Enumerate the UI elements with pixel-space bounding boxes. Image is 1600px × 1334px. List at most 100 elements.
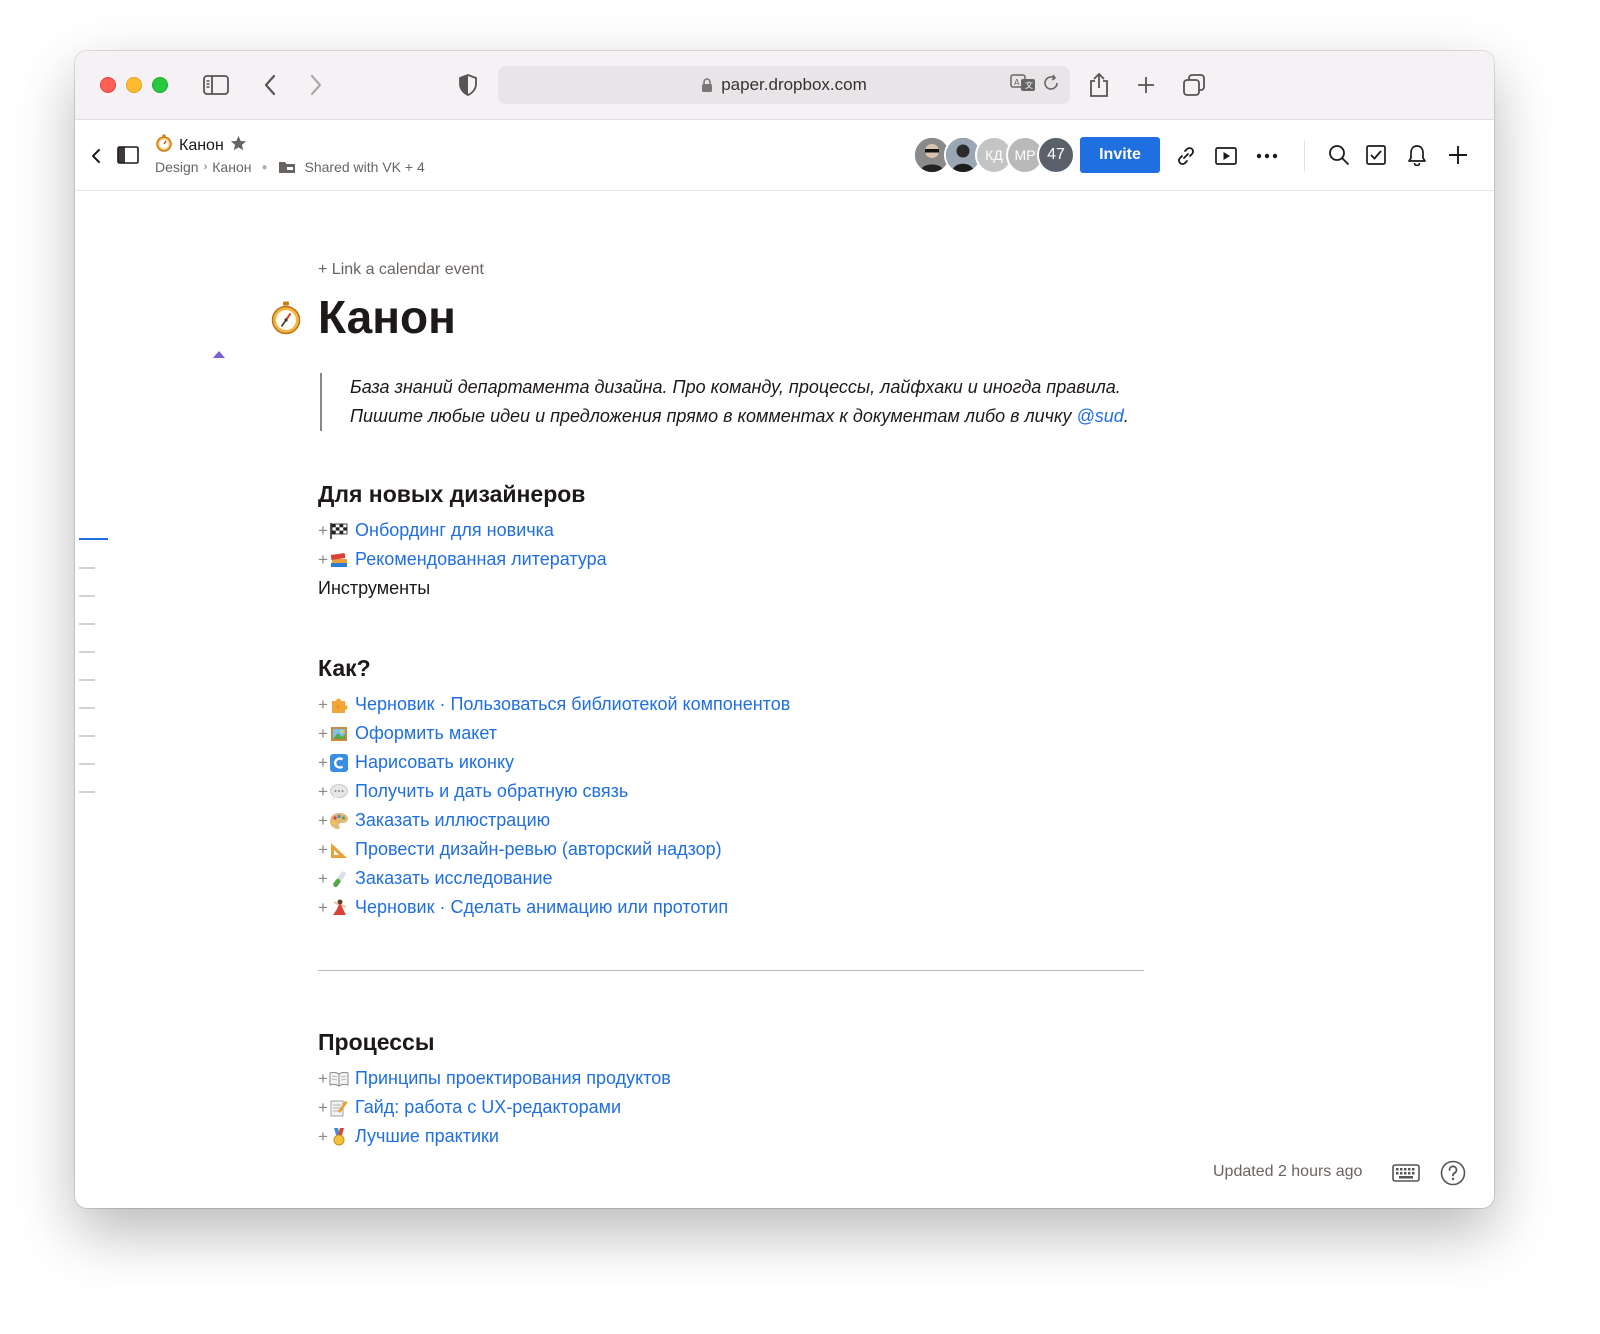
more-options-icon[interactable] bbox=[1255, 144, 1279, 168]
section-heading[interactable]: Процессы bbox=[318, 1029, 1168, 1056]
sidebar-panel-icon[interactable] bbox=[116, 144, 140, 166]
shared-with-label[interactable]: Shared with VK + 4 bbox=[305, 159, 425, 175]
doc-link[interactable]: Заказать иллюстрацию bbox=[355, 806, 550, 835]
books-icon bbox=[329, 551, 355, 569]
present-icon[interactable] bbox=[1214, 144, 1238, 168]
stopwatch-icon bbox=[155, 134, 173, 157]
outline-marker[interactable] bbox=[79, 763, 95, 765]
paper-header: Канон Design › Канон ● Shared with VK + … bbox=[75, 120, 1494, 191]
svg-text:A: A bbox=[1014, 78, 1020, 87]
title-row: Канон bbox=[271, 289, 1168, 349]
close-window-button[interactable] bbox=[100, 77, 116, 93]
doc-link[interactable]: Провести дизайн-ревью (авторский надзор) bbox=[355, 835, 722, 864]
list-item[interactable]: + Онбординг для новичка bbox=[318, 516, 1168, 545]
quote-end: . bbox=[1123, 406, 1129, 426]
collaborator-avatars[interactable]: КД МР 47 bbox=[913, 136, 1075, 174]
outline-marker[interactable] bbox=[79, 595, 95, 597]
outline-marker[interactable] bbox=[79, 679, 95, 681]
keyboard-shortcuts-icon[interactable] bbox=[1391, 1161, 1421, 1185]
doc-link[interactable]: Заказать исследование bbox=[355, 864, 553, 893]
plus-icon: + bbox=[318, 869, 328, 888]
doc-link[interactable]: Рекомендованная литература bbox=[355, 545, 607, 574]
list-item[interactable]: + Гайд: работа с UX-редакторами bbox=[318, 1093, 1168, 1122]
minimize-window-button[interactable] bbox=[126, 77, 142, 93]
outline-marker[interactable] bbox=[79, 623, 95, 625]
list-item[interactable]: + Черновик · Сделать анимацию или протот… bbox=[318, 893, 1168, 922]
translate-icon[interactable]: A文 bbox=[1010, 73, 1036, 98]
list-item[interactable]: + Черновик · Пользоваться библиотекой ко… bbox=[318, 690, 1168, 719]
doc-link[interactable]: Лучшие практики bbox=[355, 1122, 499, 1151]
browser-toolbar: paper.dropbox.com A文 bbox=[75, 51, 1494, 120]
outline-marker-active[interactable] bbox=[79, 538, 108, 540]
doc-link[interactable]: Оформить макет bbox=[355, 719, 497, 748]
new-tab-icon[interactable] bbox=[1132, 71, 1160, 99]
share-icon[interactable] bbox=[1085, 71, 1113, 99]
stopwatch-icon[interactable] bbox=[270, 301, 302, 340]
avatar-overflow-count[interactable]: 47 bbox=[1037, 136, 1075, 174]
plus-icon: + bbox=[318, 550, 328, 569]
user-mention-link[interactable]: @sud bbox=[1076, 406, 1123, 426]
link-icon[interactable] bbox=[1174, 144, 1198, 168]
section-heading[interactable]: Для новых дизайнеров bbox=[318, 481, 1168, 508]
list-item[interactable]: + Оформить макет bbox=[318, 719, 1168, 748]
intro-blockquote[interactable]: База знаний департамента дизайна. Про ко… bbox=[320, 373, 1150, 431]
list-item[interactable]: + Нарисовать иконку bbox=[318, 748, 1168, 777]
url-text: paper.dropbox.com bbox=[721, 75, 867, 94]
list-item[interactable]: + Заказать иллюстрацию bbox=[318, 806, 1168, 835]
page-title[interactable]: Канон bbox=[318, 289, 1168, 345]
shield-icon[interactable] bbox=[454, 71, 482, 99]
outline-marker[interactable] bbox=[79, 707, 95, 709]
checklist-icon[interactable] bbox=[1364, 143, 1388, 167]
outline-marker[interactable] bbox=[79, 791, 95, 793]
list-item[interactable]: + Рекомендованная литература bbox=[318, 545, 1168, 574]
bell-icon[interactable] bbox=[1405, 142, 1429, 168]
breadcrumb-current[interactable]: Канон bbox=[212, 159, 251, 175]
forward-icon[interactable] bbox=[302, 71, 330, 99]
link-calendar-event[interactable]: + Link a calendar event bbox=[318, 261, 1168, 279]
list-item[interactable]: + Провести дизайн-ревью (авторский надзо… bbox=[318, 835, 1168, 864]
collapse-caret-icon[interactable] bbox=[213, 351, 225, 358]
doc-link[interactable]: Черновик · Пользоваться библиотекой комп… bbox=[355, 690, 790, 719]
browser-window: paper.dropbox.com A文 Канон Design › Кано… bbox=[75, 51, 1494, 1208]
reload-icon[interactable] bbox=[1042, 74, 1060, 97]
doc-link[interactable]: Получить и дать обратную связь bbox=[355, 777, 628, 806]
test-tube-icon bbox=[329, 870, 355, 888]
create-new-icon[interactable] bbox=[1446, 143, 1470, 167]
list-item[interactable]: + Получить и дать обратную связь bbox=[318, 777, 1168, 806]
back-icon[interactable] bbox=[256, 71, 284, 99]
outline-marker[interactable] bbox=[79, 651, 95, 653]
sidebar-toggle-icon[interactable] bbox=[202, 71, 230, 99]
doc-link[interactable]: Нарисовать иконку bbox=[355, 748, 514, 777]
quote-text: База знаний департамента дизайна. Про ко… bbox=[350, 377, 1121, 426]
plus-icon: + bbox=[318, 782, 328, 801]
section-divider bbox=[318, 970, 1144, 971]
plain-text-item[interactable]: Инструменты bbox=[318, 574, 1168, 603]
invite-button[interactable]: Invite bbox=[1080, 137, 1160, 173]
list-item[interactable]: + Заказать исследование bbox=[318, 864, 1168, 893]
back-chevron-icon[interactable] bbox=[88, 146, 104, 166]
breadcrumb-folder[interactable]: Design bbox=[155, 159, 199, 175]
tabs-overview-icon[interactable] bbox=[1180, 71, 1208, 99]
doc-title[interactable]: Канон bbox=[179, 137, 224, 155]
dancer-icon bbox=[329, 899, 355, 917]
plus-icon: + bbox=[318, 521, 328, 540]
help-icon[interactable] bbox=[1439, 1159, 1467, 1187]
zoom-window-button[interactable] bbox=[152, 77, 168, 93]
memo-icon bbox=[329, 1099, 355, 1117]
doc-link[interactable]: Черновик · Сделать анимацию или прототип bbox=[355, 893, 728, 922]
address-bar[interactable]: paper.dropbox.com A文 bbox=[498, 66, 1070, 104]
doc-link[interactable]: Гайд: работа с UX-редакторами bbox=[355, 1093, 621, 1122]
list-item[interactable]: + Принципы проектирования продуктов bbox=[318, 1064, 1168, 1093]
speech-balloon-icon bbox=[329, 783, 355, 801]
list-item[interactable]: + Лучшие практики bbox=[318, 1122, 1168, 1151]
section-heading[interactable]: Как? bbox=[318, 655, 1168, 682]
plus-icon: + bbox=[318, 695, 328, 714]
doc-link[interactable]: Онбординг для новичка bbox=[355, 516, 554, 545]
star-icon[interactable] bbox=[230, 135, 247, 157]
search-icon[interactable] bbox=[1327, 143, 1351, 167]
outline-marker[interactable] bbox=[79, 567, 95, 569]
outline-marker[interactable] bbox=[79, 735, 95, 737]
plus-icon: + bbox=[318, 753, 328, 772]
open-book-icon bbox=[329, 1070, 355, 1088]
doc-link[interactable]: Принципы проектирования продуктов bbox=[355, 1064, 671, 1093]
